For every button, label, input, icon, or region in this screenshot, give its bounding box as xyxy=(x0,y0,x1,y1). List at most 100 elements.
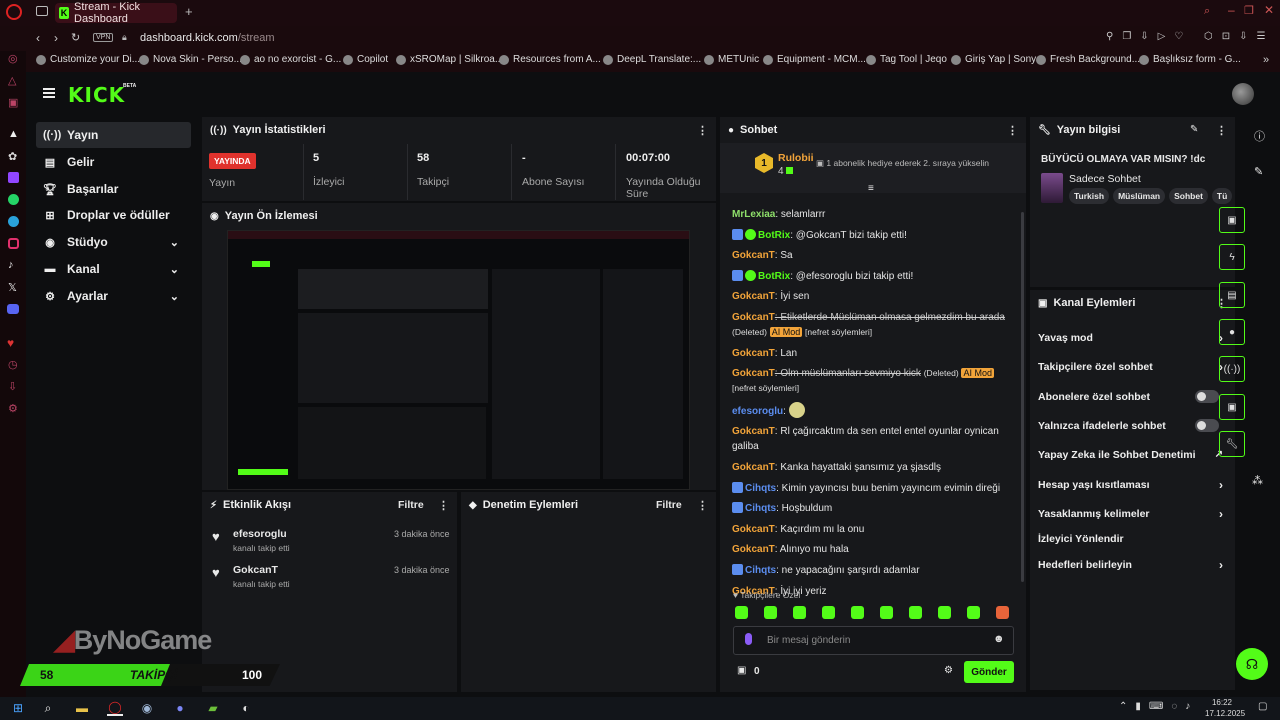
active-tab[interactable]: K Stream - Kick Dashboard xyxy=(55,1,177,25)
chat-user[interactable]: Cihqts xyxy=(745,483,776,494)
category-thumbnail[interactable] xyxy=(1041,173,1063,203)
reload-icon[interactable]: ↻ xyxy=(71,31,80,44)
emote-icon[interactable] xyxy=(764,606,777,619)
tool-actions-button[interactable]: ▣ xyxy=(1219,394,1245,420)
action-emotes-only[interactable]: Yalnızca ifadelerle sohbet xyxy=(1038,411,1223,440)
speed-dial-icon[interactable]: ◎ xyxy=(8,52,18,65)
sidebar-item-basarilar[interactable]: 🏆︎ Başarılar xyxy=(36,176,191,202)
chat-user[interactable]: GokcanT xyxy=(732,312,775,323)
emote-icon[interactable] xyxy=(938,606,951,619)
bookmark-item[interactable]: Customize your Di... xyxy=(36,54,140,65)
discord-taskbar-icon[interactable]: ● xyxy=(172,700,188,716)
tag[interactable]: Müslüman xyxy=(1113,188,1166,204)
url-field[interactable]: dashboard.kick.com/stream xyxy=(140,32,275,44)
downloads-icon[interactable]: ⇩ xyxy=(8,380,17,393)
sidebar-item-kanal[interactable]: ▬ Kanal ⌄ xyxy=(36,256,191,282)
emote-icon[interactable] xyxy=(735,606,748,619)
wallet-icon[interactable]: ▣ xyxy=(8,96,18,109)
bookmark-item[interactable]: Tag Tool | Jeqo xyxy=(866,54,947,65)
edit-icon[interactable]: ✎ xyxy=(1254,165,1263,178)
close-window-icon[interactable]: ✕ xyxy=(1264,3,1274,17)
tag[interactable]: Tü xyxy=(1211,188,1233,204)
system-tray-icons[interactable]: ⌃▮⌨◌♪ xyxy=(1119,701,1198,712)
chat-user[interactable]: GokcanT xyxy=(732,291,775,302)
support-button[interactable]: ☊ xyxy=(1236,648,1268,680)
sidebar-item-studyo[interactable]: ◉ Stüdyo ⌄ xyxy=(36,229,191,255)
avatar[interactable] xyxy=(1232,83,1254,105)
kick-logo[interactable]: KICK xyxy=(68,83,125,107)
bookmark-item[interactable]: Copilot xyxy=(343,54,388,65)
opera-taskbar-icon[interactable]: ◯ xyxy=(107,700,123,716)
emote-row[interactable] xyxy=(735,606,1009,622)
app-icon[interactable]: ▰ xyxy=(205,700,221,716)
toggle-switch[interactable] xyxy=(1195,390,1219,403)
filter-button[interactable]: Filtre xyxy=(656,499,682,511)
telegram-icon[interactable] xyxy=(8,216,19,227)
tag[interactable]: Sohbet xyxy=(1169,188,1208,204)
opera-logo-icon[interactable] xyxy=(6,4,22,20)
kebab-menu-icon[interactable]: ⋮ xyxy=(697,124,708,137)
bookmark-item[interactable]: METUnic xyxy=(704,54,759,65)
chat-settings-icon[interactable]: ⚙ xyxy=(944,665,953,676)
emote-icon[interactable] xyxy=(793,606,806,619)
emoji-picker-icon[interactable]: ☻ xyxy=(993,633,1005,645)
points-icon[interactable]: ▣ xyxy=(737,665,746,676)
emote-icon[interactable] xyxy=(967,606,980,619)
taskbar-clock[interactable]: 16:22 17.12.2025 xyxy=(1205,697,1245,719)
chat-user[interactable]: GokcanT xyxy=(732,368,775,379)
bookmark-item[interactable]: Equipment - MCM... xyxy=(763,54,866,65)
bookmark-item[interactable]: DeepL Translate:... xyxy=(603,54,701,65)
bookmark-item[interactable]: ao no exorcist - G... xyxy=(240,54,341,65)
emote-icon[interactable] xyxy=(822,606,835,619)
tiktok-icon[interactable]: ♪ xyxy=(8,259,14,271)
bookmark-item[interactable]: Başlıksız form - G... xyxy=(1139,54,1241,65)
action-subscribers-only[interactable]: Abonelere özel sohbet xyxy=(1038,382,1223,411)
file-explorer-icon[interactable]: ▬ xyxy=(74,700,90,716)
maximize-icon[interactable]: ❐ xyxy=(1244,4,1254,17)
extensions-icons[interactable]: ⬡⊡⇩☰ xyxy=(1204,31,1274,42)
edit-icon[interactable]: ✎ xyxy=(1190,124,1198,135)
twitch-icon[interactable] xyxy=(8,172,19,183)
info-icon[interactable]: ⓘ xyxy=(1254,128,1265,144)
emote-icon[interactable] xyxy=(880,606,893,619)
action-ai-moderation[interactable]: Yapay Zeka ile Sohbet Denetimi ↗ xyxy=(1038,440,1223,469)
collapse-icon[interactable]: ≡ xyxy=(868,183,874,194)
bookmark-item[interactable]: Nova Skin - Perso... xyxy=(139,54,242,65)
bookmark-item[interactable]: Giriş Yap | Sony xyxy=(951,54,1036,65)
sidebar-item-gelir[interactable]: ▤ Gelir xyxy=(36,149,191,175)
heart-icon[interactable]: ♥ xyxy=(7,336,14,350)
history-icon[interactable]: ◷ xyxy=(8,358,18,371)
kebab-menu-icon[interactable]: ⋮ xyxy=(1216,124,1227,137)
obs-icon[interactable]: ◐ xyxy=(238,700,254,716)
forward-icon[interactable]: › xyxy=(54,31,58,45)
add-widget-icon[interactable]: ⁂ xyxy=(1252,474,1263,487)
new-tab-icon[interactable]: + xyxy=(185,4,193,19)
discord-icon[interactable] xyxy=(7,304,19,314)
tool-info-button[interactable]: 🔧︎ xyxy=(1219,431,1245,457)
kebab-menu-icon[interactable]: ⋮ xyxy=(1007,124,1018,137)
sidebar-item-ayarlar[interactable]: ⚙ Ayarlar ⌄ xyxy=(36,283,191,309)
kebab-menu-icon[interactable]: ⋮ xyxy=(438,499,449,512)
kick-sidebar-icon[interactable]: ▲ xyxy=(8,128,19,140)
sidebar-item-droplar[interactable]: ⊞ Droplar ve ödüller xyxy=(36,202,191,228)
chat-user[interactable]: MrLexiaa xyxy=(732,209,775,220)
tool-activity-button[interactable]: ϟ xyxy=(1219,244,1245,270)
search-icon[interactable]: ⌕ xyxy=(40,700,56,716)
steam-icon[interactable]: ◉ xyxy=(139,700,155,716)
chat-user[interactable]: BotRix xyxy=(758,271,790,282)
microphone-icon[interactable] xyxy=(745,633,752,645)
chat-user[interactable]: GokcanT xyxy=(732,348,775,359)
aria-icon[interactable]: △ xyxy=(8,74,16,87)
sidebar-item-yayin[interactable]: ((·)) Yayın xyxy=(36,122,191,148)
action-account-age[interactable]: Hesap yaşı kısıtlaması › xyxy=(1038,470,1223,499)
vpn-badge[interactable]: VPN xyxy=(93,33,114,42)
back-icon[interactable]: ‹ xyxy=(36,31,40,45)
bookmark-item[interactable]: xSROMap | Silkroa... xyxy=(396,54,503,65)
action-host[interactable]: İzleyici Yönlendir xyxy=(1038,524,1223,553)
tool-broadcast-button[interactable]: ((·)) xyxy=(1219,356,1245,382)
chat-user[interactable]: GokcanT xyxy=(732,544,775,555)
instagram-icon[interactable] xyxy=(8,238,19,249)
minimize-icon[interactable]: – xyxy=(1228,3,1235,17)
whatsapp-icon[interactable] xyxy=(8,194,19,205)
search-tabs-icon[interactable]: ⌕ xyxy=(1204,5,1210,18)
